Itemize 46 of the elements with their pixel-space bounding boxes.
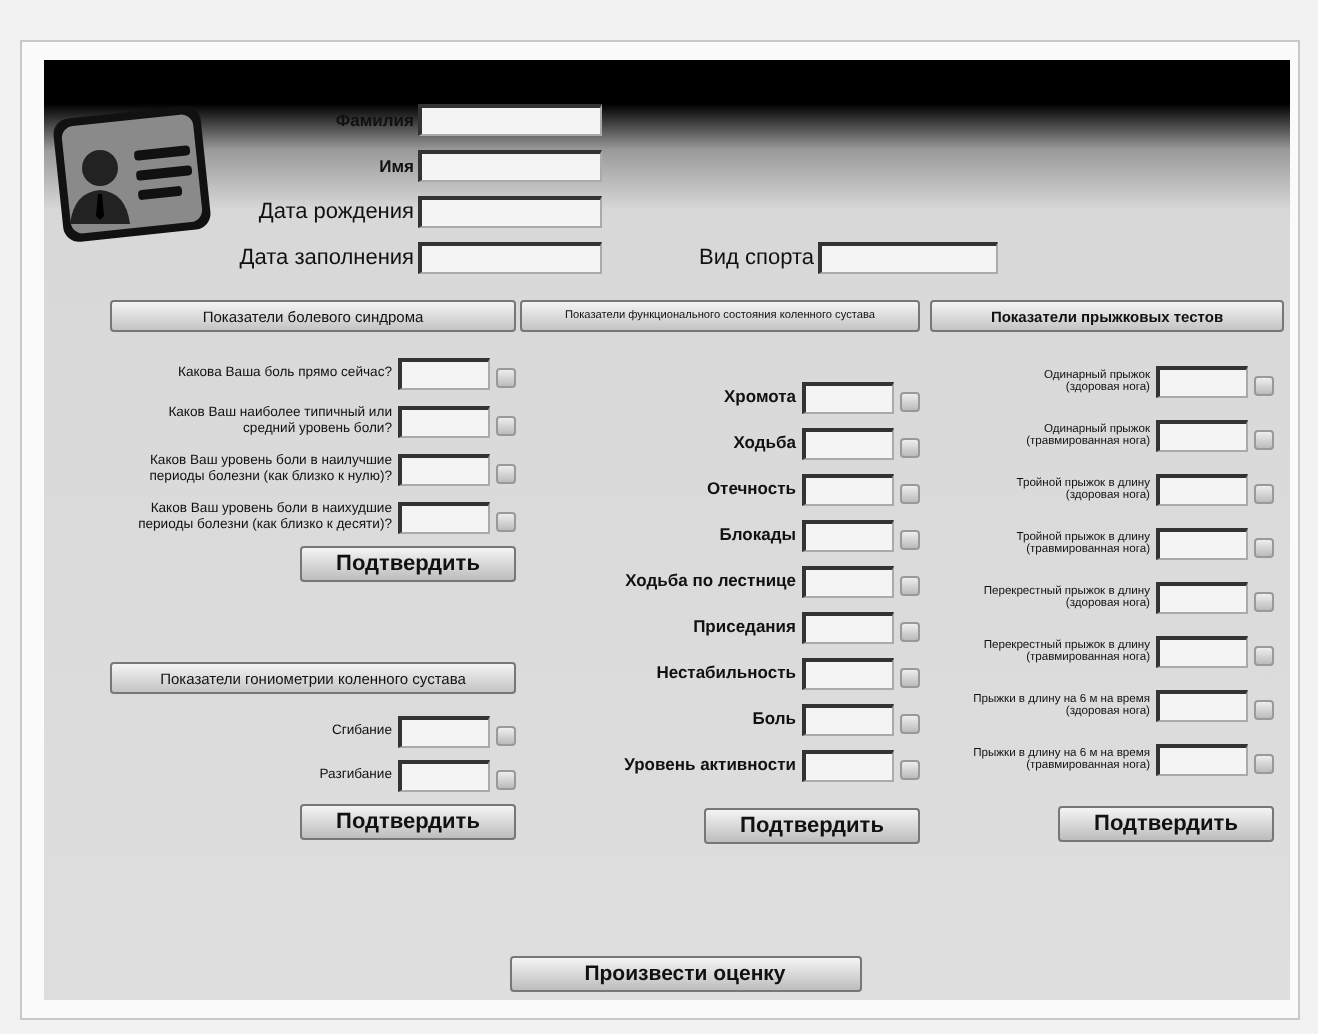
number-field[interactable] [802,657,894,689]
field-label: Дата заполнения [237,246,416,270]
confirm-button[interactable]: Подтвердить [300,546,516,582]
field-label: Имя [377,156,416,176]
confirm-button[interactable]: Подтвердить [704,808,920,844]
text-field[interactable] [418,196,602,228]
confirm-button[interactable]: Подтвердить [300,804,516,840]
number-field[interactable] [802,611,894,643]
number-field[interactable] [802,381,894,413]
field-label: Отечность [706,479,796,499]
number-field[interactable] [1156,636,1248,668]
number-field[interactable] [1156,690,1248,722]
text-field[interactable] [818,242,998,274]
number-field[interactable] [398,715,490,747]
number-field[interactable] [802,519,894,551]
text-field[interactable] [418,242,602,274]
evaluate-button[interactable]: Произвести оценку [509,956,861,992]
field-label: Хромота [724,387,796,407]
field-label: Дата рождения [256,200,416,224]
number-field[interactable] [1156,528,1248,560]
number-field[interactable] [1156,366,1248,398]
number-field[interactable] [398,453,490,485]
field-label: Приседания [693,617,796,637]
number-field[interactable] [1156,744,1248,776]
field-label: Уровень активности [624,755,796,775]
text-field[interactable] [418,104,602,136]
field-label: Ходьба по лестнице [625,571,796,591]
field-label: Вид спорта [697,246,816,270]
number-field[interactable] [802,427,894,459]
number-field[interactable] [802,565,894,597]
number-field[interactable] [398,357,490,389]
number-field[interactable] [802,473,894,505]
number-field[interactable] [398,501,490,533]
number-field[interactable] [398,759,490,791]
number-field[interactable] [802,749,894,781]
number-field[interactable] [1156,474,1248,506]
field-label: Боль [752,709,796,729]
field-label: Ходьба [733,433,796,453]
confirm-button[interactable]: Подтвердить [1058,806,1274,842]
number-field[interactable] [1156,420,1248,452]
number-field[interactable] [398,405,490,437]
number-field[interactable] [802,703,894,735]
field-label: Нестабильность [656,663,796,683]
field-label: Блокады [719,525,796,545]
text-field[interactable] [418,150,602,182]
number-field[interactable] [1156,582,1248,614]
